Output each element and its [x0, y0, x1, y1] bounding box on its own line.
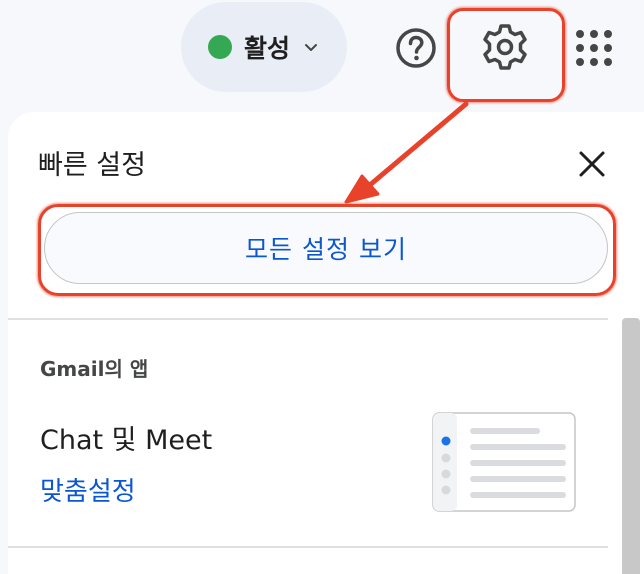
- chevron-down-icon: [305, 44, 317, 51]
- scrollbar[interactable]: [622, 318, 640, 574]
- chat-meet-title: Chat 및 Meet: [40, 425, 213, 456]
- arrow-annotation: [344, 101, 469, 204]
- customize-link[interactable]: 맞춤설정: [40, 471, 136, 508]
- apps-grid-icon[interactable]: [574, 28, 614, 68]
- quick-settings-panel: 빠른 설정 모든 설정 보기 Gmail의 앱 Chat 및 Meet 맞춤설정: [8, 112, 644, 574]
- divider: [8, 318, 608, 320]
- status-label: 활성: [243, 34, 290, 63]
- chat-meet-preview-image: [432, 412, 576, 512]
- apps-section-heading: Gmail의 앱: [40, 357, 149, 381]
- help-icon[interactable]: [392, 24, 440, 72]
- divider: [8, 546, 608, 548]
- gear-highlight-annotation: [447, 8, 565, 102]
- close-icon[interactable]: [576, 148, 608, 180]
- status-dropdown[interactable]: 활성: [181, 2, 347, 92]
- panel-title: 빠른 설정: [38, 150, 146, 181]
- status-indicator-dot: [207, 35, 232, 59]
- button-highlight-annotation: [38, 204, 616, 296]
- quick-settings-screen: 활성 빠른 설정 모든 설정 보기 Gmail의 앱 Chat 및 Meet 맞…: [0, 0, 644, 574]
